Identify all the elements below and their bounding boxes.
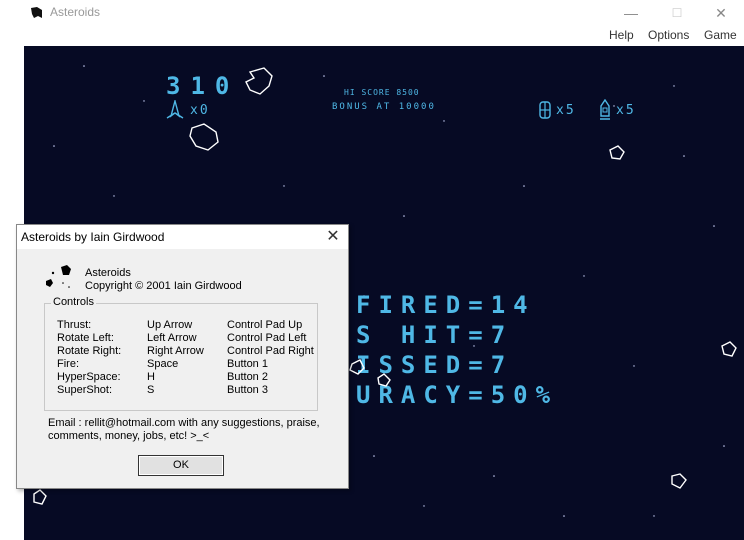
control-key: Space	[147, 358, 179, 370]
ok-button[interactable]: OK	[138, 455, 224, 476]
control-pad: Button 1	[227, 358, 268, 370]
close-button[interactable]: ✕	[698, 0, 744, 26]
control-action: Fire:	[57, 358, 79, 370]
dialog-title-bar[interactable]: Asteroids by Iain Girdwood ✕	[17, 225, 348, 249]
control-key: Up Arrow	[147, 319, 193, 331]
control-action: HyperSpace:	[57, 371, 121, 383]
control-action: Rotate Right:	[57, 345, 122, 357]
asteroid	[377, 373, 391, 387]
about-dialog: Asteroids by Iain Girdwood ✕ Asteroids C…	[16, 224, 349, 489]
control-row: SuperShot: S Button 3	[57, 384, 317, 397]
asteroids-logo-icon	[45, 263, 77, 296]
menu-game[interactable]: Game	[704, 28, 737, 42]
control-row: HyperSpace: H Button 2	[57, 371, 317, 384]
menu-bar: Help Options Game	[24, 26, 744, 46]
dialog-email-line2: comments, money, jobs, etc! >_<	[48, 430, 210, 442]
minimize-button[interactable]: —	[608, 0, 654, 26]
control-pad: Control Pad Left	[227, 332, 307, 344]
control-key: Right Arrow	[147, 345, 204, 357]
controls-label: Controls	[51, 296, 96, 308]
asteroid	[189, 123, 219, 151]
control-action: SuperShot:	[57, 384, 113, 396]
asteroid	[609, 145, 625, 160]
control-row: Fire: Space Button 1	[57, 358, 317, 371]
control-pad: Button 2	[227, 371, 268, 383]
control-key: Left Arrow	[147, 332, 197, 344]
control-row: Rotate Left: Left Arrow Control Pad Left	[57, 332, 317, 345]
asteroid	[245, 67, 273, 95]
asteroids-app-icon	[30, 6, 44, 25]
control-pad: Button 3	[227, 384, 268, 396]
asteroid	[349, 359, 365, 375]
control-pad: Control Pad Up	[227, 319, 303, 331]
control-key: H	[147, 371, 155, 383]
asteroid	[721, 341, 737, 357]
control-action: Thrust:	[57, 319, 92, 331]
maximize-button[interactable]: ☐	[654, 0, 700, 26]
control-row: Rotate Right: Right Arrow Control Pad Ri…	[57, 345, 317, 358]
control-action: Rotate Left:	[57, 332, 114, 344]
dialog-copyright: Copyright © 2001 Iain Girdwood	[85, 280, 242, 292]
dialog-close-button[interactable]: ✕	[318, 225, 348, 249]
controls-group: Controls Thrust: Up Arrow Control Pad Up…	[44, 296, 318, 411]
window-title: Asteroids	[50, 5, 101, 19]
control-pad: Control Pad Right	[227, 345, 314, 357]
dialog-app-name: Asteroids	[85, 267, 131, 279]
control-row: Thrust: Up Arrow Control Pad Up	[57, 319, 317, 332]
asteroid	[33, 489, 47, 505]
dialog-title: Asteroids by Iain Girdwood	[21, 230, 165, 244]
menu-help[interactable]: Help	[609, 28, 634, 42]
title-bar[interactable]: Asteroids — ☐ ✕	[24, 0, 744, 26]
dialog-email-line1: Email : rellit@hotmail.com with any sugg…	[48, 417, 320, 429]
control-key: S	[147, 384, 155, 396]
asteroid	[671, 473, 687, 489]
menu-options[interactable]: Options	[648, 28, 689, 42]
